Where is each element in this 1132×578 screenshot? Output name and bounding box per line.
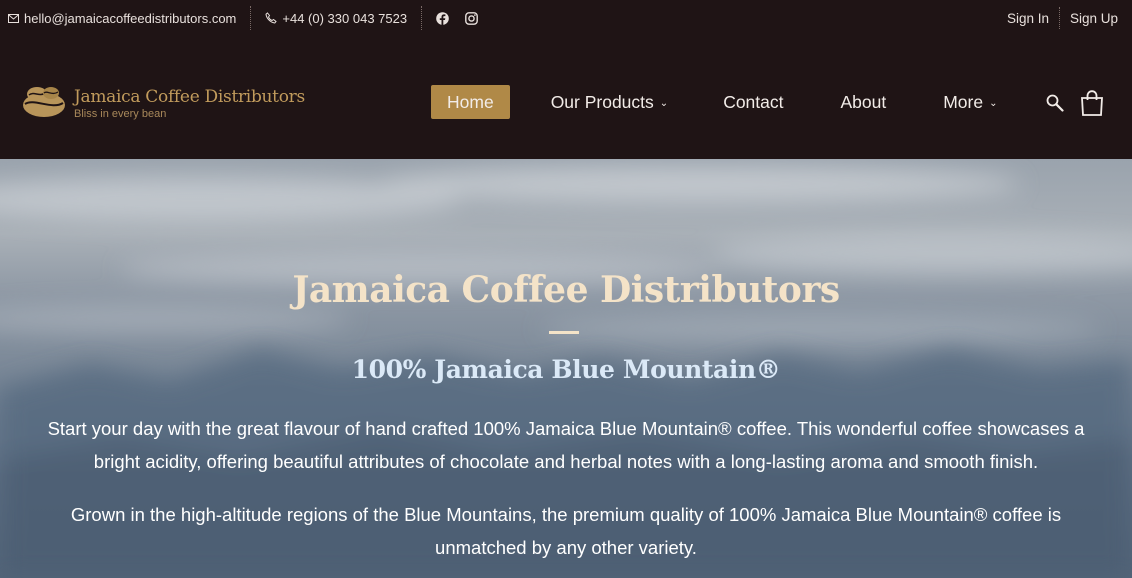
logo-text: Jamaica Coffee Distributors Bliss in eve… [74, 87, 305, 120]
nav-home[interactable]: Home [431, 85, 510, 119]
hero-paragraph: Start your day with the great flavour of… [47, 418, 1085, 472]
header-icons [1046, 90, 1104, 121]
nav-our-products[interactable]: Our Products ⌄ [551, 85, 669, 119]
coffee-bean-logo-icon [22, 84, 66, 123]
nav-label: About [840, 91, 887, 112]
nav-label: Home [447, 91, 494, 112]
hero-section: Jamaica Coffee Distributors 100% Jamaica… [0, 159, 1132, 578]
mail-icon [8, 13, 19, 23]
email-link[interactable]: hello@jamaicacoffeedistributors.com [8, 11, 236, 26]
nav-label: More [943, 91, 984, 112]
nav-label: Our Products [550, 91, 654, 112]
chevron-down-icon: ⌄ [989, 97, 998, 109]
search-icon[interactable] [1046, 94, 1064, 117]
top-bar: hello@jamaicacoffeedistributors.com +44 … [0, 0, 1132, 36]
cart-icon[interactable] [1080, 90, 1104, 121]
nav-more[interactable]: More ⌄ [943, 85, 997, 119]
main-nav: Home Our Products ⌄ Contact About More ⌄ [431, 85, 998, 119]
hero-subtitle: 100% Jamaica Blue Mountain® [351, 355, 781, 384]
divider [250, 6, 252, 30]
sign-in-link[interactable]: Sign In [1007, 11, 1049, 26]
divider [421, 6, 423, 30]
nav-label: Contact [723, 91, 784, 112]
hero-title: Jamaica Coffee Distributors [292, 269, 840, 311]
logo-name: Jamaica Coffee Distributors [74, 87, 305, 107]
phone-link[interactable]: +44 (0) 330 043 7523 [265, 11, 407, 26]
logo-tagline: Bliss in every bean [74, 108, 167, 120]
hero-paragraph: Grown in the high-altitude regions of th… [70, 504, 1062, 558]
facebook-icon[interactable] [436, 11, 449, 25]
email-text: hello@jamaicacoffeedistributors.com [24, 10, 237, 26]
contact-info: hello@jamaicacoffeedistributors.com +44 … [8, 0, 478, 36]
nav-about[interactable]: About [841, 85, 887, 119]
phone-text: +44 (0) 330 043 7523 [282, 10, 408, 26]
sign-up-link[interactable]: Sign Up [1070, 11, 1118, 26]
auth-links: Sign In Sign Up [1007, 0, 1118, 36]
nav-contact[interactable]: Contact [723, 85, 783, 119]
divider [1058, 7, 1060, 29]
chevron-down-icon: ⌄ [659, 97, 669, 109]
site-logo[interactable]: Jamaica Coffee Distributors Bliss in eve… [22, 84, 305, 123]
site-header: Jamaica Coffee Distributors Bliss in eve… [0, 36, 1132, 159]
social-links [436, 11, 478, 25]
phone-icon [265, 12, 278, 24]
instagram-icon[interactable] [465, 11, 478, 25]
title-divider [549, 331, 579, 334]
